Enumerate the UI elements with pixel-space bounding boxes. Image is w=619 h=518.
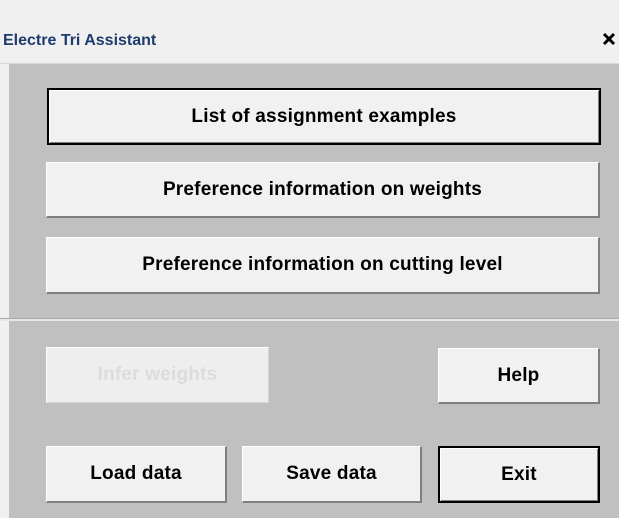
window-left-edge [0, 64, 9, 518]
load-data-button[interactable]: Load data [46, 446, 227, 503]
section-separator [0, 318, 619, 321]
list-of-assignment-examples-button[interactable]: List of assignment examples [47, 88, 601, 145]
preference-information-on-cutting-level-button[interactable]: Preference information on cutting level [46, 237, 600, 294]
electre-tri-assistant-window: Electre Tri Assistant List of assignment… [0, 0, 619, 518]
window-title: Electre Tri Assistant [3, 32, 157, 49]
help-button[interactable]: Help [438, 348, 600, 404]
close-icon [602, 32, 616, 46]
close-button[interactable] [598, 24, 619, 54]
title-bar: Electre Tri Assistant [0, 0, 619, 64]
save-data-button[interactable]: Save data [242, 446, 422, 503]
infer-weights-button[interactable]: Infer weights [46, 347, 269, 403]
exit-button[interactable]: Exit [438, 446, 600, 503]
preference-information-on-weights-button[interactable]: Preference information on weights [46, 162, 600, 218]
